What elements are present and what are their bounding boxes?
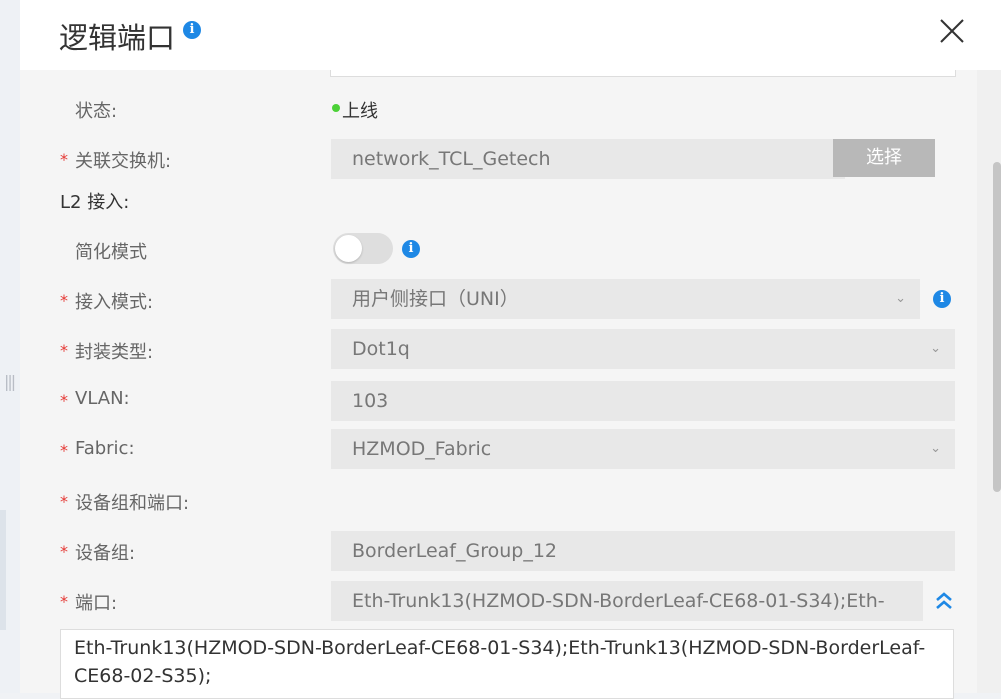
- drag-handle-icon[interactable]: |||: [4, 372, 16, 391]
- access-mode-info-icon[interactable]: i: [933, 290, 951, 308]
- left-background-strip: |||: [0, 0, 20, 693]
- simple-mode-label: 简化模式: [75, 242, 147, 263]
- scrollbar-thumb[interactable]: [993, 162, 1001, 492]
- switch-field: network_TCL_Getech: [331, 139, 845, 179]
- simple-mode-info-icon[interactable]: i: [402, 240, 420, 258]
- chevron-down-icon: ⌄: [930, 441, 941, 456]
- dialog-header: 逻辑端口 i: [20, 0, 1001, 70]
- required-mark: *: [60, 341, 68, 360]
- chevron-down-icon: ⌄: [930, 341, 941, 356]
- chevron-down-icon: ⌄: [895, 291, 906, 306]
- fabric-label-text: Fabric:: [75, 438, 135, 459]
- vlan-label-text: VLAN:: [75, 388, 130, 409]
- switch-label-text: 关联交换机:: [75, 151, 172, 172]
- device-ports-label: * 设备组和端口:: [60, 489, 190, 515]
- access-mode-value: 用户侧接口（UNI）: [352, 288, 519, 310]
- fabric-label: * Fabric:: [60, 438, 135, 460]
- access-mode-label-text: 接入模式:: [75, 292, 154, 313]
- encap-label: * 封装类型:: [60, 338, 154, 364]
- required-mark: *: [60, 441, 68, 460]
- device-ports-label-text: 设备组和端口:: [75, 493, 190, 514]
- required-mark: *: [60, 391, 68, 410]
- double-chevron-up-icon[interactable]: [934, 590, 954, 612]
- fabric-value: HZMOD_Fabric: [352, 438, 492, 460]
- dialog-title: 逻辑端口: [59, 21, 176, 55]
- background-decoration: [0, 510, 6, 630]
- required-mark: *: [60, 542, 68, 561]
- previous-field-bottom: [330, 70, 956, 77]
- required-mark: *: [60, 291, 68, 310]
- port-label: * 端口:: [60, 589, 118, 615]
- select-switch-button[interactable]: 选择: [833, 139, 935, 177]
- vlan-label: * VLAN:: [60, 388, 130, 410]
- port-expanded-text: Eth-Trunk13(HZMOD-SDN-BorderLeaf-CE68-01…: [60, 629, 954, 699]
- encap-label-text: 封装类型:: [75, 342, 154, 363]
- vlan-field: 103: [331, 381, 955, 421]
- switch-label: * 关联交换机:: [60, 147, 172, 173]
- status-value: 上线: [342, 101, 378, 122]
- l2-section-label: L2 接入:: [60, 192, 130, 213]
- required-mark: *: [60, 592, 68, 611]
- device-group-label: * 设备组:: [60, 539, 136, 565]
- device-group-field: BorderLeaf_Group_12: [331, 531, 955, 571]
- port-label-text: 端口:: [75, 593, 118, 614]
- encap-select[interactable]: Dot1q ⌄: [331, 329, 955, 369]
- title-info-icon[interactable]: i: [183, 21, 201, 39]
- simple-mode-toggle[interactable]: [333, 233, 393, 264]
- status-online-dot: [332, 104, 340, 112]
- close-icon[interactable]: [938, 17, 966, 45]
- access-mode-select[interactable]: 用户侧接口（UNI） ⌄: [331, 279, 920, 319]
- port-field: Eth-Trunk13(HZMOD-SDN-BorderLeaf-CE68-01…: [331, 581, 923, 621]
- toggle-knob: [335, 235, 362, 262]
- status-label: 状态:: [75, 101, 118, 122]
- encap-value: Dot1q: [352, 338, 410, 360]
- device-group-label-text: 设备组:: [75, 543, 136, 564]
- fabric-select[interactable]: HZMOD_Fabric ⌄: [331, 429, 955, 469]
- required-mark: *: [60, 492, 68, 511]
- required-mark: *: [60, 150, 68, 169]
- access-mode-label: * 接入模式:: [60, 288, 154, 314]
